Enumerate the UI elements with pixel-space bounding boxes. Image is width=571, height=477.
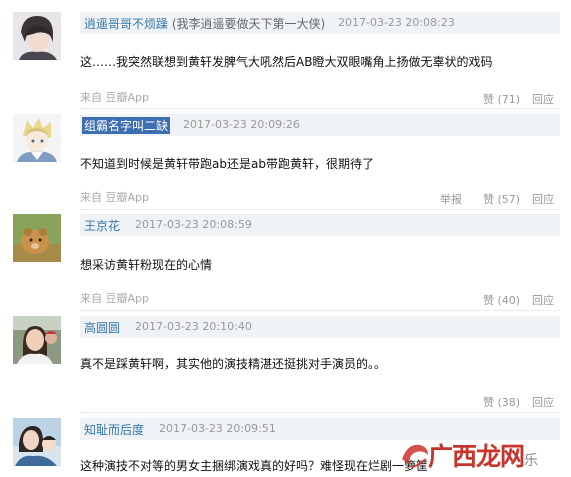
username-link[interactable]: 王京花 — [84, 217, 120, 234]
avatar[interactable] — [13, 316, 61, 364]
comment-text: 这……我突然联想到黄轩发脾气大吼然后AB瞪大双眼嘴角上扬做无辜状的戏码 — [80, 55, 493, 69]
divider — [80, 209, 560, 210]
comment-header: 逍遥哥哥不烦躁 (我李逍遥要做天下第一大侠) 2017-03-23 20:08:… — [80, 12, 560, 34]
comment-time: 2017-03-23 20:08:23 — [338, 16, 455, 29]
like-button[interactable]: 赞 (57) — [483, 191, 520, 207]
comment-time: 2017-03-23 20:09:26 — [183, 118, 300, 131]
avatar[interactable] — [13, 214, 61, 262]
comment-header: 高圆圆 2017-03-23 20:10:40 — [80, 316, 560, 338]
like-button[interactable]: 赞 (40) — [483, 292, 520, 308]
reply-button[interactable]: 回应 — [532, 91, 554, 107]
watermark-text: 广西龙网乐 — [428, 442, 538, 471]
like-button[interactable]: 赞 (38) — [483, 394, 520, 410]
comment-time: 2017-03-23 20:09:51 — [159, 422, 276, 435]
divider — [80, 108, 560, 109]
reply-button[interactable]: 回应 — [532, 292, 554, 308]
comment-source: 来自 豆瓣App — [80, 292, 149, 305]
site-watermark: 广西龙网乐 — [398, 435, 566, 473]
comment-source: 来自 豆瓣App — [80, 91, 149, 104]
divider — [80, 310, 560, 311]
comment-text: 这种演技不对等的男女主捆绑演戏真的好吗？难怪现在烂剧一箩筐 — [80, 459, 429, 473]
username-link[interactable]: 逍遥哥哥不烦躁 (我李逍遥要做天下第一大侠) — [84, 15, 325, 32]
divider — [80, 412, 560, 413]
comment-source: 来自 豆瓣App — [80, 191, 149, 204]
user-nickname: (我李逍遥要做天下第一大侠) — [171, 17, 326, 31]
avatar[interactable] — [13, 12, 61, 60]
comment-header: 组霸名字叫二缺 2017-03-23 20:09:26 — [80, 114, 560, 136]
watermark-logo-icon — [402, 444, 428, 468]
avatar[interactable] — [13, 418, 61, 466]
username-link[interactable]: 组霸名字叫二缺 — [82, 117, 171, 134]
username-link[interactable]: 知耻而后度 — [84, 421, 144, 438]
reply-button[interactable]: 回应 — [532, 394, 554, 410]
report-button[interactable]: 举报 — [440, 191, 462, 207]
avatar[interactable] — [13, 114, 61, 162]
comment-text: 想采访黄轩粉现在的心情 — [80, 258, 213, 272]
comment-text: 不知道到时候是黄轩带跑ab还是ab带跑黄轩，很期待了 — [80, 157, 374, 171]
like-button[interactable]: 赞 (71) — [483, 91, 520, 107]
comment-time: 2017-03-23 20:08:59 — [135, 218, 252, 231]
comment-text: 真不是踩黄轩啊，其实他的演技精湛还挺挑对手演员的。。 — [80, 357, 387, 371]
comment-header: 王京花 2017-03-23 20:08:59 — [80, 214, 560, 236]
reply-button[interactable]: 回应 — [532, 191, 554, 207]
comment-time: 2017-03-23 20:10:40 — [135, 320, 252, 333]
username-link[interactable]: 高圆圆 — [84, 319, 120, 336]
